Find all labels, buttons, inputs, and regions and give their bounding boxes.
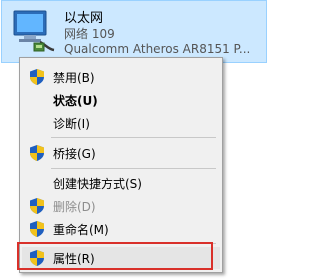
network-connection-item[interactable]: 以太网 网络 109 Qualcomm Atheros AR8151 P... — [1, 0, 267, 63]
network-adapter-icon — [13, 10, 55, 52]
menu-item-create-shortcut[interactable]: 创建快捷方式(S) — [22, 172, 220, 194]
menu-item-diagnose[interactable]: 诊断(I) — [22, 112, 220, 134]
menu-item-status[interactable]: 状态(U) — [22, 89, 220, 111]
uac-shield-icon — [30, 198, 44, 214]
menu-separator — [51, 243, 216, 244]
connection-name: 以太网 — [64, 11, 104, 26]
menu-item-label: 属性(R) — [53, 252, 95, 266]
uac-shield-icon — [30, 221, 44, 237]
menu-item-label: 状态(U) — [53, 94, 98, 108]
uac-shield-icon — [30, 250, 44, 266]
context-menu: 禁用(B) 状态(U) 诊断(I) 桥接(G) 创建快捷方式(S) 删除(D) — [19, 57, 223, 273]
menu-item-label: 重命名(M) — [53, 223, 109, 237]
uac-shield-icon — [30, 69, 44, 85]
connection-status: 网络 109 — [64, 27, 115, 41]
menu-separator — [51, 168, 216, 169]
menu-separator — [51, 137, 216, 138]
menu-item-label: 删除(D) — [53, 200, 96, 214]
menu-item-label: 诊断(I) — [53, 117, 90, 131]
menu-item-disable[interactable]: 禁用(B) — [22, 66, 220, 88]
menu-item-properties[interactable]: 属性(R) — [22, 247, 220, 269]
menu-item-label: 禁用(B) — [53, 71, 95, 85]
menu-item-rename[interactable]: 重命名(M) — [22, 218, 220, 240]
uac-shield-icon — [30, 145, 44, 161]
menu-item-label: 创建快捷方式(S) — [53, 177, 142, 191]
adapter-device-name: Qualcomm Atheros AR8151 P... — [64, 42, 251, 56]
menu-item-bridge[interactable]: 桥接(G) — [22, 142, 220, 164]
menu-item-delete: 删除(D) — [22, 195, 220, 217]
menu-item-label: 桥接(G) — [53, 147, 96, 161]
